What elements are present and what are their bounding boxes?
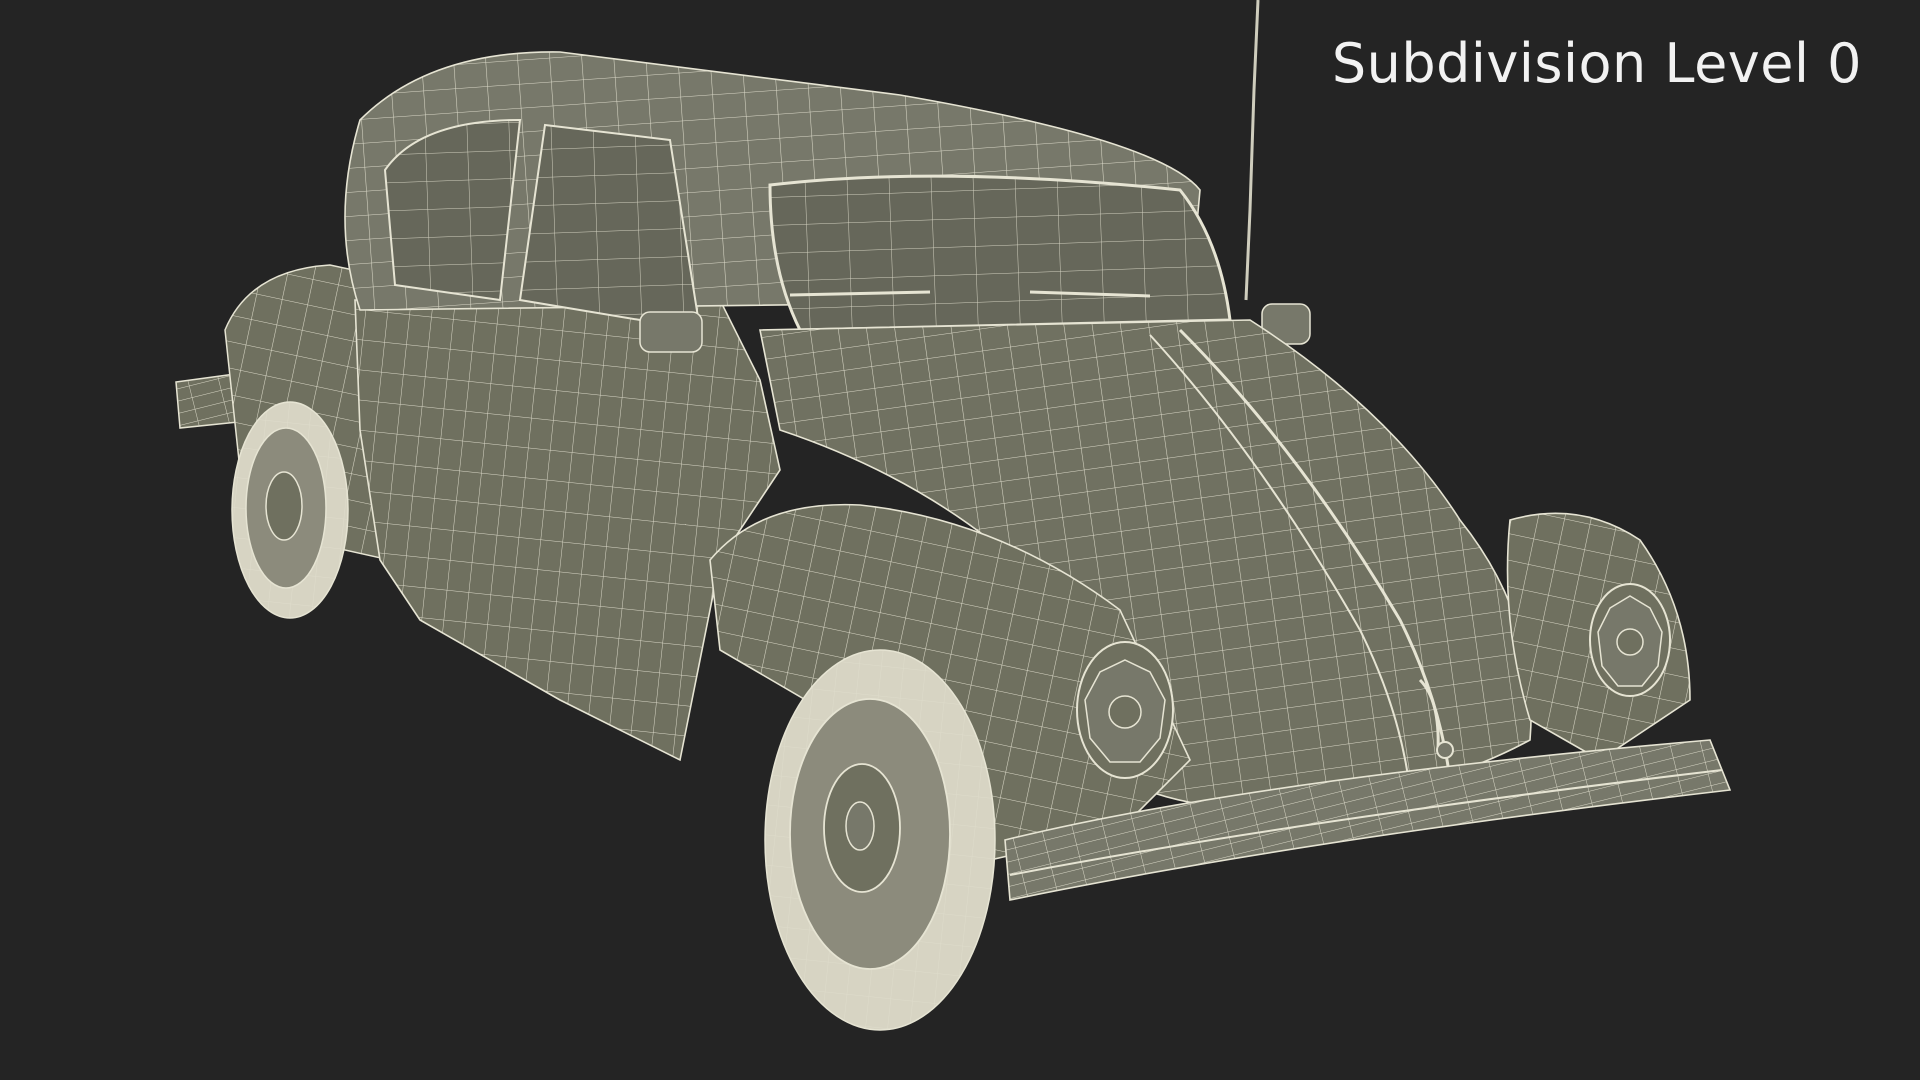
rear-wheel — [231, 401, 349, 619]
antenna — [1244, 0, 1260, 301]
front-wheel — [764, 649, 996, 1031]
render-viewport: Subdivision Level 0 — [0, 0, 1920, 1080]
right-headlight — [1589, 583, 1671, 697]
car-body-side — [354, 299, 781, 762]
wireframe-car-render — [175, 0, 1732, 1031]
left-headlight — [1076, 641, 1174, 779]
subdivision-level-label: Subdivision Level 0 — [1331, 32, 1862, 95]
windshield — [768, 174, 1232, 332]
